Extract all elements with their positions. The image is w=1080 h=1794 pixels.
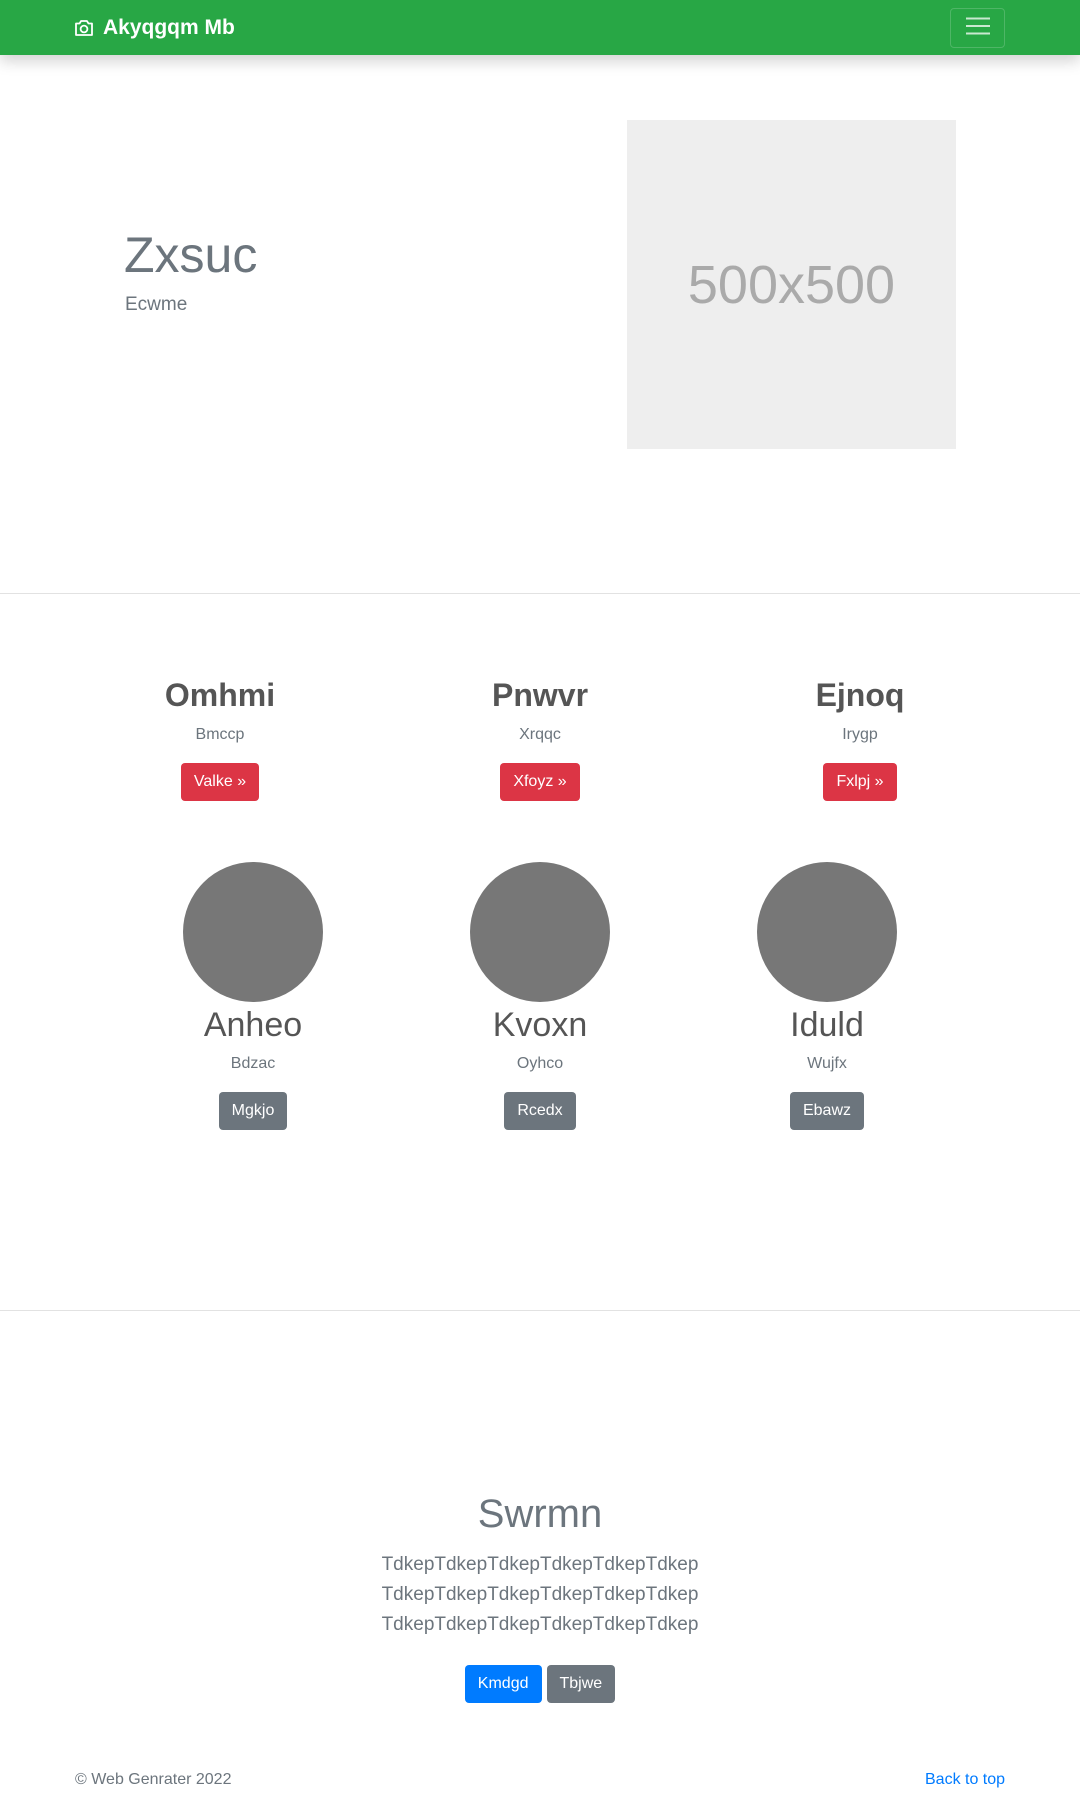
section-divider [0,593,1080,594]
feature-text: Bmccp [195,726,245,743]
avatar [183,862,323,1002]
feature-button[interactable]: Valke » [180,763,260,801]
feature-title: Omhmi [164,677,276,713]
member-text: Bdzac [230,1055,276,1072]
feature-button[interactable]: Xfoyz » [500,763,580,801]
member-card: Kvoxn Oyhco Rcedx [420,862,660,1130]
member-name: Kvoxn [492,1006,588,1044]
member-name: Anheo [203,1006,303,1044]
navbar: Akyqgqm Mb [0,0,1080,55]
member-text: Oyhco [516,1055,564,1072]
navbar-brand[interactable]: Akyqgqm Mb [74,0,235,55]
cta-title: Swrmn [477,1492,603,1536]
feature-text: Xrqqc [519,726,561,743]
feature-text: Irygp [842,726,878,743]
cta-buttons: Kmdgd Tbjwe [0,1665,1080,1703]
back-to-top-link[interactable]: Back to top [925,1771,1005,1789]
feature-card: Pnwvr Xrqqc Xfoyz » [410,672,670,801]
hero-image-placeholder: 500x500 [627,120,956,449]
feature-button[interactable]: Fxlpj » [823,763,897,801]
member-text: Wujfx [807,1055,847,1072]
feature-title: Ejnoq [815,677,905,713]
navbar-brand-label: Akyqgqm Mb [103,15,235,39]
cta-section: Swrmn TdkepTdkepTdkepTdkepTdkepTdkep Tdk… [0,1488,1080,1703]
member-card: Anheo Bdzac Mgkjo [133,862,373,1130]
member-name: Iduld [790,1006,864,1044]
feature-title: Pnwvr [491,677,589,713]
member-button[interactable]: Rcedx [504,1092,576,1130]
hero-image-label: 500x500 [687,254,896,315]
avatar [757,862,897,1002]
navbar-toggler-button[interactable] [950,8,1005,48]
feature-card: Omhmi Bmccp Valke » [90,672,350,801]
camera-icon [74,19,94,37]
member-button[interactable]: Ebawz [789,1092,865,1130]
cta-primary-button[interactable]: Kmdgd [464,1665,542,1703]
member-button[interactable]: Mgkjo [218,1092,288,1130]
hamburger-icon [965,15,991,42]
member-card: Iduld Wujfx Ebawz [707,862,947,1130]
hero-subtitle: Ecwme [125,294,188,315]
cta-secondary-button[interactable]: Tbjwe [546,1665,616,1703]
cta-text: TdkepTdkepTdkepTdkepTdkepTdkep TdkepTdke… [381,1554,699,1635]
section-divider [0,1310,1080,1311]
hero-title: Zxsuc [124,227,258,283]
avatar [470,862,610,1002]
footer-copyright: © Web Genrater 2022 [75,1771,232,1788]
feature-card: Ejnoq Irygp Fxlpj » [730,672,990,801]
